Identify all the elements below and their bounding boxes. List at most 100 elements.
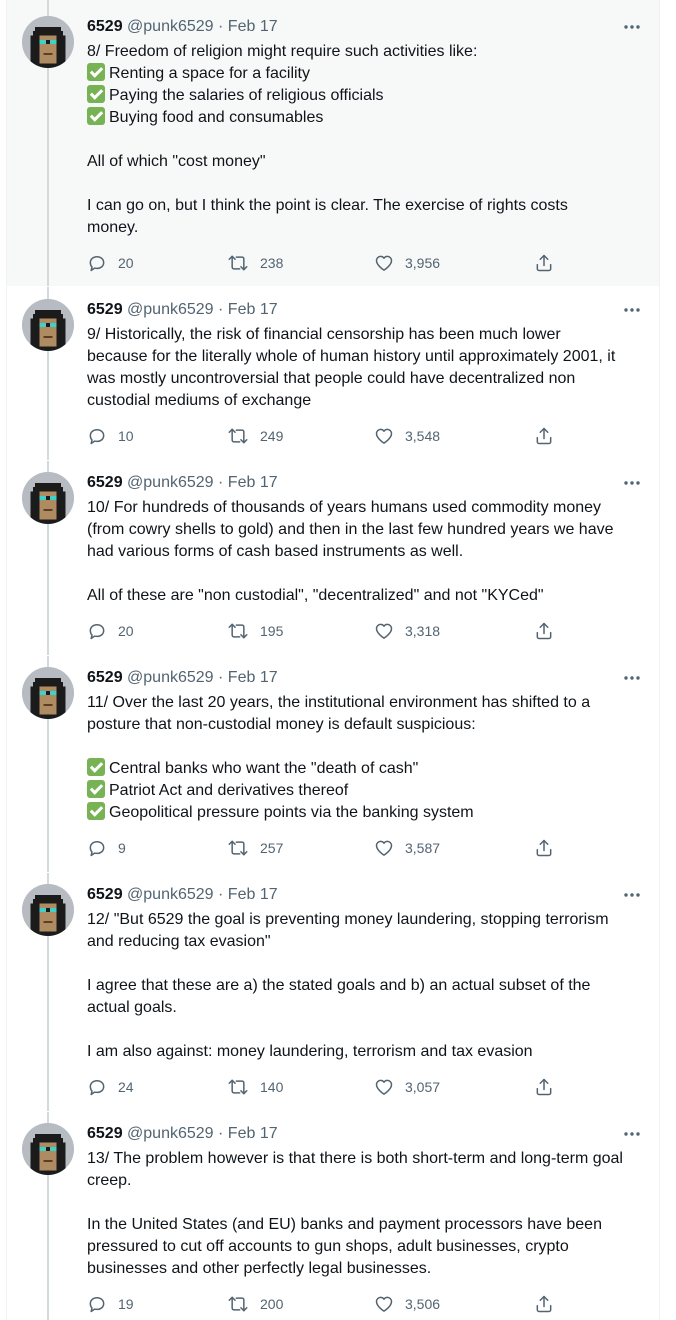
reply-button[interactable]: 20 xyxy=(87,620,134,642)
reply-icon xyxy=(87,426,107,446)
avatar[interactable] xyxy=(22,667,74,719)
share-button[interactable] xyxy=(534,620,554,642)
line-text: 8/ Freedom of religion might require suc… xyxy=(87,43,478,60)
more-icon[interactable] xyxy=(623,474,641,492)
retweet-icon xyxy=(227,838,249,858)
author-handle[interactable]: @punk6529 xyxy=(123,301,214,318)
author-name[interactable]: 6529 xyxy=(87,669,123,686)
reply-count: 10 xyxy=(118,428,134,444)
more-icon[interactable] xyxy=(623,18,641,36)
share-icon xyxy=(534,253,554,273)
avatar[interactable] xyxy=(22,299,74,351)
author-handle[interactable]: @punk6529 xyxy=(123,474,214,491)
header-separator: · xyxy=(213,18,228,35)
author-name[interactable]: 6529 xyxy=(87,886,123,903)
avatar[interactable] xyxy=(22,884,74,936)
retweet-count: 249 xyxy=(260,428,284,444)
line-text: 12/ "But 6529 the goal is preventing mon… xyxy=(87,911,609,928)
line-text: Geopolitical pressure points via the ban… xyxy=(109,804,474,821)
tweet[interactable]: 6529 @punk6529 · Feb 17 13/ The problem h… xyxy=(7,1112,659,1320)
retweet-button[interactable]: 238 xyxy=(227,252,283,274)
reply-button[interactable]: 20 xyxy=(87,252,134,274)
like-icon xyxy=(374,838,394,858)
retweet-button[interactable]: 257 xyxy=(227,837,283,859)
retweet-count: 195 xyxy=(260,623,284,639)
share-icon xyxy=(534,1294,554,1314)
retweet-count: 200 xyxy=(260,1296,284,1312)
reply-icon xyxy=(87,253,107,273)
like-button[interactable]: 3,587 xyxy=(374,837,440,859)
author-handle[interactable]: @punk6529 xyxy=(123,1125,214,1142)
reply-button[interactable]: 9 xyxy=(87,837,126,859)
tweet-actions: 10 249 3,548 xyxy=(87,425,567,447)
text-line: posture that non-custodial money is defa… xyxy=(87,714,645,736)
checklist-item: Paying the salaries of religious officia… xyxy=(87,85,645,107)
author-name[interactable]: 6529 xyxy=(87,474,123,491)
tweet-actions: 20 195 3,318 xyxy=(87,620,567,642)
tweet-date[interactable]: Feb 17 xyxy=(228,474,278,491)
line-text: 13/ The problem however is that there is… xyxy=(87,1150,623,1167)
line-text: In the United States (and EU) banks and … xyxy=(87,1216,602,1233)
text-line: because for the literally whole of human… xyxy=(87,346,645,368)
share-button[interactable] xyxy=(534,837,554,859)
reply-icon xyxy=(87,621,107,641)
author-name[interactable]: 6529 xyxy=(87,301,123,318)
line-text: Buying food and consumables xyxy=(109,109,324,126)
author-name[interactable]: 6529 xyxy=(87,1125,123,1142)
tweet-date[interactable]: Feb 17 xyxy=(228,18,278,35)
like-button[interactable]: 3,956 xyxy=(374,252,440,274)
line-text: I am also against: money laundering, ter… xyxy=(87,1043,533,1060)
like-button[interactable]: 3,057 xyxy=(374,1076,440,1098)
tweet[interactable]: 6529 @punk6529 · Feb 17 11/ Over the last… xyxy=(7,656,659,872)
text-line: In the United States (and EU) banks and … xyxy=(87,1214,645,1236)
text-line: custodial mediums of exchange xyxy=(87,390,645,412)
tweet-actions: 19 200 3,506 xyxy=(87,1293,567,1315)
reply-button[interactable]: 10 xyxy=(87,425,134,447)
reply-count: 24 xyxy=(118,1079,134,1095)
retweet-button[interactable]: 200 xyxy=(227,1293,283,1315)
like-button[interactable]: 3,318 xyxy=(374,620,440,642)
more-icon[interactable] xyxy=(623,1125,641,1143)
line-text: 9/ Historically, the risk of financial c… xyxy=(87,326,561,343)
retweet-button[interactable]: 195 xyxy=(227,620,283,642)
tweet[interactable]: 6529 @punk6529 · Feb 17 12/ "But 6529 the… xyxy=(7,873,659,1111)
more-icon[interactable] xyxy=(623,669,641,687)
share-button[interactable] xyxy=(534,425,554,447)
retweet-button[interactable]: 249 xyxy=(227,425,283,447)
share-button[interactable] xyxy=(534,252,554,274)
author-handle[interactable]: @punk6529 xyxy=(123,18,214,35)
tweet[interactable]: 6529 @punk6529 · Feb 17 8/ Freedom of rel… xyxy=(7,0,659,286)
share-button[interactable] xyxy=(534,1076,554,1098)
like-button[interactable]: 3,548 xyxy=(374,425,440,447)
author-handle[interactable]: @punk6529 xyxy=(123,886,214,903)
line-text: Central banks who want the "death of cas… xyxy=(109,760,419,777)
checklist-item: Patriot Act and derivatives thereof xyxy=(87,780,645,802)
tweet-date[interactable]: Feb 17 xyxy=(228,301,278,318)
retweet-button[interactable]: 140 xyxy=(227,1076,283,1098)
like-icon xyxy=(374,426,394,446)
avatar[interactable] xyxy=(22,472,74,524)
share-button[interactable] xyxy=(534,1293,554,1315)
line-text: pressured to cut off accounts to gun sho… xyxy=(87,1238,569,1255)
author-name[interactable]: 6529 xyxy=(87,18,123,35)
checklist-item: Central banks who want the "death of cas… xyxy=(87,758,645,780)
reply-button[interactable]: 19 xyxy=(87,1293,134,1315)
tweet-date[interactable]: Feb 17 xyxy=(228,1125,278,1142)
avatar[interactable] xyxy=(22,1123,74,1175)
tweet-date[interactable]: Feb 17 xyxy=(228,669,278,686)
tweet[interactable]: 6529 @punk6529 · Feb 17 10/ For hundreds … xyxy=(7,461,659,655)
text-line: actual goals. xyxy=(87,997,645,1019)
tweet-header: 6529 @punk6529 · Feb 17 xyxy=(87,885,278,905)
reply-button[interactable]: 24 xyxy=(87,1076,134,1098)
avatar[interactable] xyxy=(22,16,74,68)
like-button[interactable]: 3,506 xyxy=(374,1293,440,1315)
line-text: posture that non-custodial money is defa… xyxy=(87,716,476,733)
author-handle[interactable]: @punk6529 xyxy=(123,669,214,686)
more-icon[interactable] xyxy=(623,886,641,904)
tweet-date[interactable]: Feb 17 xyxy=(228,886,278,903)
check-mark-icon xyxy=(87,63,105,81)
tweet[interactable]: 6529 @punk6529 · Feb 17 9/ Historically, … xyxy=(7,287,659,460)
like-icon xyxy=(374,1077,394,1097)
more-icon[interactable] xyxy=(623,301,641,319)
